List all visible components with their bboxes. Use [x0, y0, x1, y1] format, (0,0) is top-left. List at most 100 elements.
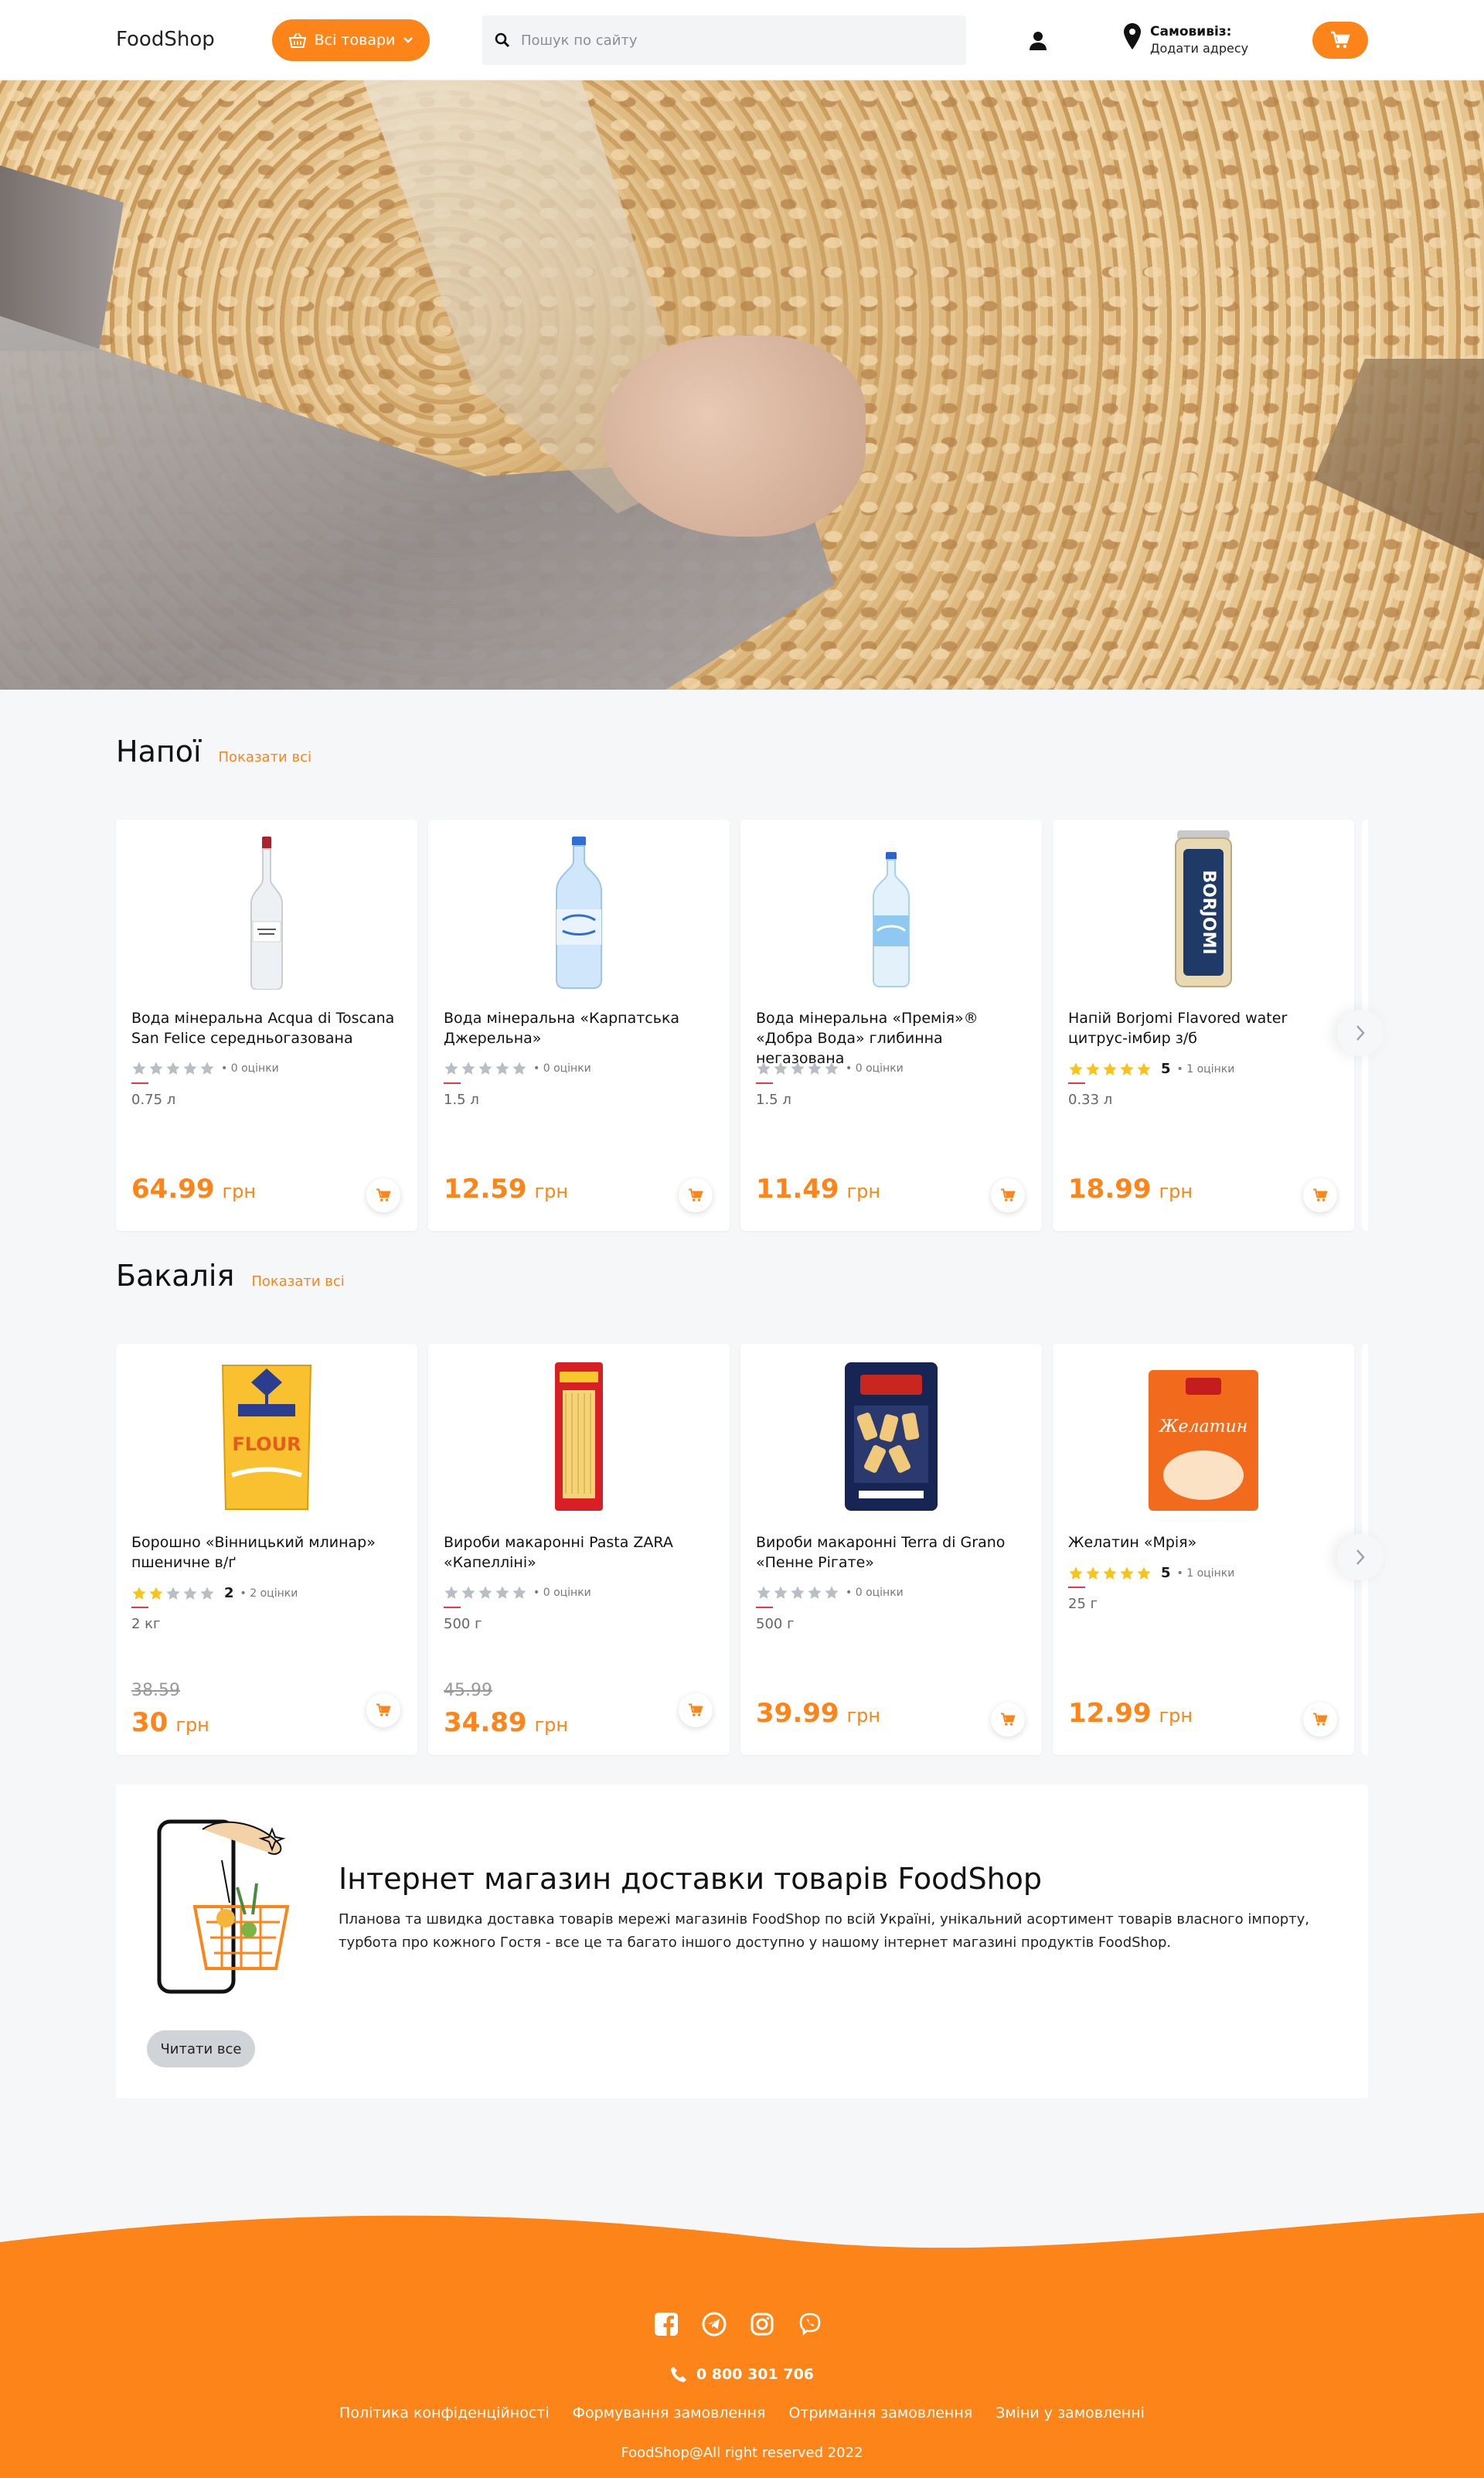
product-card[interactable]: Вироби макаронні Terra di Grano «Пенне Р… — [740, 1344, 1042, 1755]
product-image[interactable] — [740, 1359, 1042, 1514]
cart-icon — [1313, 1188, 1328, 1202]
footer-link-order-changes[interactable]: Зміни у замовленні — [996, 2405, 1145, 2422]
add-to-cart-button[interactable] — [366, 1693, 400, 1727]
price-currency: грн — [222, 1181, 257, 1202]
price-currency: грн — [534, 1181, 569, 1202]
product-name[interactable]: Вода мінеральна «Карпатська Джерельна» — [444, 1008, 722, 1048]
product-image[interactable] — [428, 835, 730, 990]
pickup-address[interactable]: Самовивіз: Додати адресу — [1124, 23, 1248, 57]
product-image[interactable] — [428, 1359, 730, 1514]
rating-stars-icon — [131, 1586, 215, 1601]
basket-icon — [288, 32, 306, 48]
add-to-cart-button[interactable] — [1303, 1703, 1337, 1737]
product-card[interactable]: BORJOMI Напій Borjomi Flavored water цит… — [1053, 820, 1354, 1231]
footer-link-order-receiving[interactable]: Отримання замовлення — [788, 2405, 972, 2422]
instagram-icon[interactable] — [750, 2312, 774, 2337]
price-value: 12.99 — [1068, 1698, 1152, 1729]
product-name[interactable]: Вода мінеральна Acqua di Toscana San Fel… — [131, 1008, 410, 1048]
read-all-button[interactable]: Читати все — [147, 2030, 255, 2067]
all-goods-button[interactable]: Всі товари — [272, 19, 430, 61]
add-to-cart-button[interactable] — [679, 1693, 713, 1727]
drinks-title: Напої — [116, 735, 202, 769]
about-title: Інтернет магазин доставки товарів FoodSh… — [339, 1862, 1043, 1896]
cart-button[interactable] — [1312, 22, 1368, 59]
search-input[interactable] — [521, 32, 954, 49]
product-name[interactable]: Борошно «Вінницький млинар» пшеничне в/ґ — [131, 1532, 410, 1573]
product-image[interactable]: Желатин — [1053, 1359, 1354, 1514]
product-name[interactable]: Вироби макаронні Pasta ZARA «Капелліні» — [444, 1532, 722, 1573]
grocery-slider-next-button[interactable] — [1337, 1534, 1384, 1580]
product-price: 39.99 грн — [756, 1698, 880, 1729]
rating-divider — [131, 1607, 148, 1608]
rating-stars-icon — [756, 1585, 839, 1600]
user-icon[interactable] — [1026, 29, 1050, 53]
product-name[interactable]: Вода мінеральна «Премія»® «Добра Вода» г… — [756, 1008, 1034, 1069]
product-card[interactable]: Вода мінеральна «Карпатська Джерельна» •… — [428, 820, 730, 1231]
price-value: 11.49 — [756, 1174, 839, 1205]
product-rating: • 0 оцінки — [756, 1061, 904, 1076]
rating-count: • 0 оцінки — [846, 1062, 904, 1075]
location-pin-icon — [1124, 23, 1141, 49]
product-price: 64.99 грн — [131, 1174, 256, 1205]
product-volume: 500 г — [756, 1616, 795, 1632]
shopping-basket-illustration — [157, 1819, 290, 1994]
product-card[interactable]: Вироби макаронні Pasta ZARA «Капелліні» … — [428, 1344, 730, 1755]
price-value: 39.99 — [756, 1698, 839, 1729]
price-currency: грн — [1159, 1705, 1193, 1726]
product-card[interactable]: Вода мінеральна «Премія»® «Добра Вода» г… — [740, 820, 1042, 1231]
rating-stars-icon — [1068, 1062, 1152, 1077]
cart-icon — [1313, 1713, 1328, 1726]
product-price: 30 грн — [131, 1707, 209, 1738]
add-to-cart-button[interactable] — [679, 1178, 713, 1212]
product-name[interactable]: Вироби макаронні Terra di Grano «Пенне Р… — [756, 1532, 1034, 1573]
rating-stars-icon — [756, 1061, 839, 1076]
rating-divider — [756, 1607, 773, 1608]
drinks-slider-next-button[interactable] — [1337, 1010, 1384, 1056]
rating-divider — [131, 1082, 148, 1084]
price-value: 34.89 — [444, 1707, 527, 1738]
rating-divider — [444, 1607, 461, 1608]
cart-icon — [376, 1188, 391, 1202]
footer-link-order-forming[interactable]: Формування замовлення — [573, 2405, 766, 2422]
product-name[interactable]: Напій Borjomi Flavored water цитрус-імби… — [1068, 1008, 1346, 1048]
add-to-cart-button[interactable] — [366, 1178, 400, 1212]
product-image[interactable]: FLOUR — [116, 1359, 417, 1514]
about-text: Планова та швидка доставка товарів мереж… — [339, 1911, 1310, 1951]
product-image[interactable] — [740, 835, 1042, 990]
footer-wave — [0, 2213, 1484, 2273]
viber-icon[interactable] — [798, 2312, 822, 2337]
footer-link-privacy[interactable]: Політика конфіденційності — [339, 2405, 550, 2422]
price-currency: грн — [846, 1181, 881, 1202]
grocery-show-all-link[interactable]: Показати всі — [251, 1273, 344, 1290]
rating-stars-icon — [1068, 1566, 1152, 1581]
phone-number[interactable]: 0 800 301 706 — [0, 2366, 1484, 2383]
product-card[interactable]: Вода мінеральна Acqua di Toscana San Fel… — [116, 820, 417, 1231]
hero-banner-image — [0, 80, 1484, 690]
product-name[interactable]: Желатин «Мрія» — [1068, 1532, 1346, 1553]
facebook-icon[interactable] — [654, 2312, 679, 2337]
product-card[interactable]: FLOUR Борошно «Вінницький млинар» пшенич… — [116, 1344, 417, 1755]
product-volume: 0.33 л — [1068, 1092, 1113, 1108]
chevron-down-icon — [403, 37, 414, 43]
add-to-cart-button[interactable] — [991, 1178, 1025, 1212]
rating-count: • 0 оцінки — [533, 1062, 591, 1075]
product-volume: 500 г — [444, 1616, 482, 1632]
logo[interactable]: FoodShop — [116, 28, 215, 51]
rating-divider — [1068, 1587, 1085, 1588]
drinks-show-all-link[interactable]: Показати всі — [219, 749, 311, 765]
svg-text:FLOUR: FLOUR — [232, 1433, 301, 1455]
product-card[interactable]: Желатин Желатин «Мрія» 5 • 1 оцінки 25 г… — [1053, 1344, 1354, 1755]
add-to-cart-button[interactable] — [991, 1703, 1025, 1737]
add-to-cart-button[interactable] — [1303, 1178, 1337, 1212]
product-image[interactable]: BORJOMI — [1053, 830, 1354, 990]
search-box — [482, 15, 966, 65]
telegram-icon[interactable] — [702, 2312, 727, 2337]
price-currency: грн — [175, 1714, 209, 1736]
product-rating: 5 • 1 оцінки — [1068, 1565, 1234, 1581]
old-price: 38.59 — [131, 1681, 180, 1700]
product-price: 18.99 грн — [1068, 1174, 1193, 1205]
price-value: 12.59 — [444, 1174, 527, 1205]
product-image[interactable] — [116, 835, 417, 990]
rating-divider — [1068, 1082, 1085, 1084]
rating-stars-icon — [444, 1061, 527, 1076]
